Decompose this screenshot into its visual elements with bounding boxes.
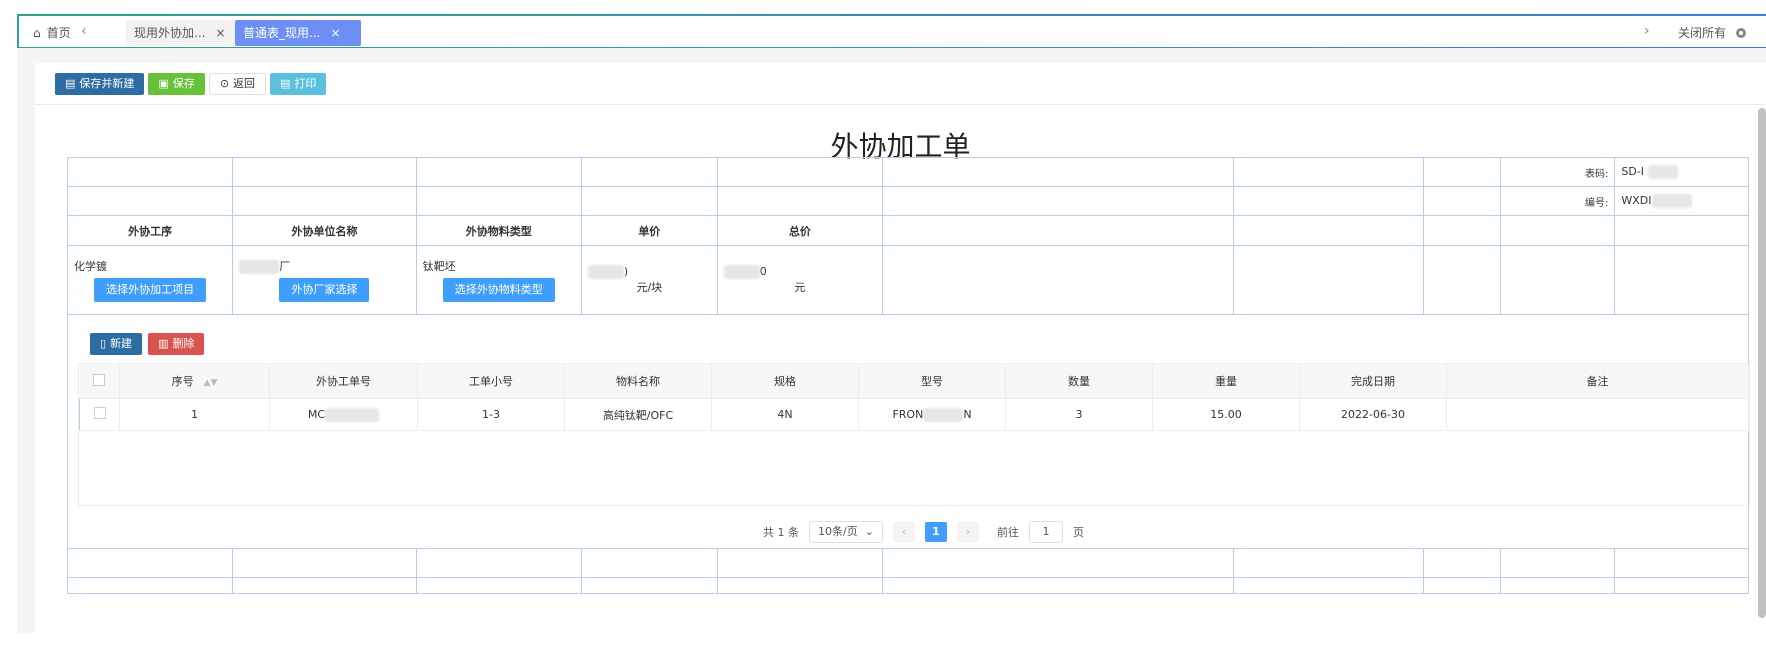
sub-toolbar: ▯ 新建 ▥ 删除: [90, 333, 205, 355]
header-material-type: 外协物料类型: [415, 215, 582, 246]
list-icon: ▤: [65, 77, 76, 90]
code-label: 表码:: [1500, 157, 1616, 187]
goto-label: 前往: [997, 526, 1019, 539]
new-row-button[interactable]: ▯ 新建: [90, 333, 143, 355]
save-button[interactable]: ▣ 保存: [148, 73, 205, 95]
tab-label: 普通表_现用...: [243, 26, 321, 40]
table-row[interactable]: 1 MC 1-3 高纯钛靶/OFC 4N FRON N 3 15.00 2022-…: [79, 398, 1749, 431]
header-unit-price: 单价: [580, 215, 718, 246]
page-1-button[interactable]: 1: [925, 522, 947, 542]
col-weight: 重量: [1152, 364, 1300, 399]
number-value: WXDI: [1614, 186, 1749, 216]
back-button[interactable]: ⊙ 返回: [208, 73, 267, 95]
col-material: 物料名称: [564, 364, 712, 399]
select-vendor-button[interactable]: 外协厂家选择: [279, 278, 370, 302]
vendor-value: 厂: [279, 260, 291, 273]
sort-icon[interactable]: ▲▼: [204, 378, 218, 388]
header-process: 外协工序: [66, 215, 234, 246]
page-suffix: 页: [1073, 526, 1084, 539]
goto-page-input[interactable]: 1: [1029, 521, 1063, 543]
prev-page-button[interactable]: ‹: [893, 522, 915, 542]
bottom-blank: [0, 633, 1766, 666]
cell-qty: 3: [1005, 398, 1153, 431]
vertical-scrollbar[interactable]: [1758, 108, 1766, 618]
cell-date: 2022-06-30: [1299, 398, 1447, 431]
tab-home[interactable]: ⌂ 首页: [33, 24, 71, 41]
select-all-checkbox[interactable]: [79, 364, 120, 399]
gear-icon[interactable]: [1736, 27, 1746, 38]
tab-normal-form[interactable]: 普通表_现用... ×: [235, 20, 361, 46]
next-page-button[interactable]: ›: [957, 522, 979, 542]
cell-sub-no: 1-3: [417, 398, 565, 431]
header-vendor: 外协单位名称: [232, 215, 417, 246]
chevron-right-icon[interactable]: ›: [1644, 23, 1650, 39]
total-price-cell: 0 元: [716, 245, 884, 315]
close-icon[interactable]: ×: [330, 20, 340, 46]
cell-seq: 1: [119, 398, 270, 431]
process-value: 化学镀: [74, 260, 107, 273]
cell-weight: 15.00: [1152, 398, 1300, 431]
close-icon[interactable]: ×: [215, 20, 225, 46]
chevron-left-icon[interactable]: ‹: [81, 23, 87, 39]
cell-material: 高纯钛靶/OFC: [564, 398, 712, 431]
select-process-button[interactable]: 选择外协加工项目: [94, 278, 207, 302]
tab-home-label: 首页: [46, 26, 71, 40]
trash-icon: ▥: [158, 337, 169, 350]
print-button[interactable]: ▤ 打印: [270, 73, 327, 95]
cell-order-no: MC: [269, 398, 418, 431]
col-model: 型号: [858, 364, 1006, 399]
divider: [35, 104, 1766, 105]
vendor-cell: 厂 外协厂家选择: [232, 245, 417, 315]
number-label: 编号:: [1500, 186, 1616, 216]
col-note: 备注: [1446, 364, 1749, 399]
cell-spec: 4N: [711, 398, 859, 431]
file-icon: ▯: [100, 337, 107, 350]
cell-model: FRON N: [858, 398, 1006, 431]
delete-row-button[interactable]: ▥ 删除: [148, 333, 205, 355]
material-value: 钛靶坯: [422, 260, 456, 273]
save-and-new-button[interactable]: ▤ 保存并新建: [55, 73, 145, 95]
col-order-no: 外协工单号: [269, 364, 418, 399]
chevron-down-icon: ⌄: [864, 525, 874, 538]
tab-label: 现用外协加...: [134, 26, 206, 40]
pager-total: 共 1 条: [763, 526, 799, 539]
select-material-button[interactable]: 选择外协物料类型: [442, 278, 555, 302]
unit-price-unit: 元/块: [636, 281, 663, 294]
col-qty: 数量: [1005, 364, 1153, 399]
tab-bar: ⌂ 首页 ‹ 现用外协加... × 普通表_现用... × › 关闭所有: [17, 14, 1766, 48]
material-cell: 钛靶坯 选择外协物料类型: [415, 245, 582, 315]
close-all-label: 关闭所有: [1677, 26, 1726, 40]
col-date: 完成日期: [1299, 364, 1447, 399]
sub-table-container: ▯ 新建 ▥ 删除 序号 ▲▼ 外协工单号 工单小号 物料名称 规格 型号 数量…: [67, 314, 1750, 549]
cell-note: [1446, 398, 1749, 431]
toolbar: ▤ 保存并新建 ▣ 保存 ⊙ 返回 ▤ 打印: [55, 73, 327, 95]
form-grid: 表码: SD-I 编号: WXDI 外协工序 外协单位名称 外协物料类型 单价 …: [66, 157, 1750, 594]
code-value: SD-I: [1614, 157, 1749, 187]
close-all-button[interactable]: 关闭所有: [1678, 24, 1746, 41]
unit-price-value: ): [623, 265, 629, 278]
pagination: 共 1 条 10条/页 ⌄ ‹ 1 › 前往 1 页: [763, 521, 1084, 543]
row-checkbox[interactable]: [79, 398, 120, 431]
detail-table: 序号 ▲▼ 外协工单号 工单小号 物料名称 规格 型号 数量 重量 完成日期 备注: [78, 363, 1750, 506]
save-icon: ▣: [158, 77, 169, 90]
page-size-select[interactable]: 10条/页 ⌄: [809, 521, 883, 543]
print-icon: ▤: [280, 77, 291, 90]
header-total-price: 总价: [716, 215, 884, 246]
total-price-value: 0: [759, 265, 767, 278]
home-icon: ⌂: [33, 25, 41, 40]
col-sub-no: 工单小号: [417, 364, 565, 399]
tab-outsource-list[interactable]: 现用外协加... ×: [126, 20, 252, 46]
col-spec: 规格: [711, 364, 859, 399]
total-price-unit: 元: [794, 281, 806, 294]
col-seq[interactable]: 序号 ▲▼: [119, 364, 270, 399]
unit-price-cell: ) 元/块: [580, 245, 718, 315]
circle-back-icon: ⊙: [219, 77, 230, 90]
process-cell: 化学镀 选择外协加工项目: [66, 245, 234, 315]
